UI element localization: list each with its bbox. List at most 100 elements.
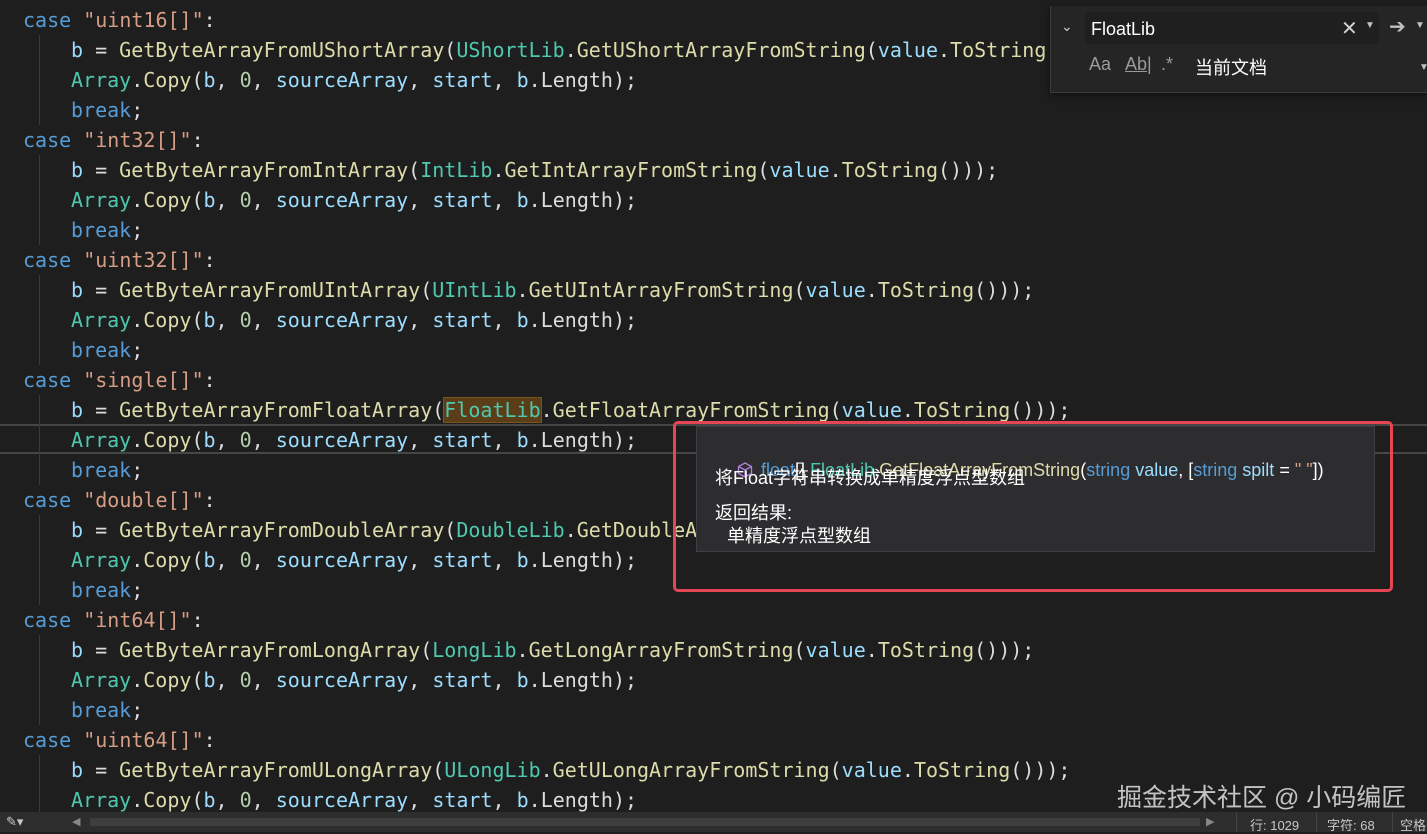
match-case-icon[interactable]: Aa bbox=[1089, 54, 1111, 75]
code-token: , bbox=[492, 548, 517, 572]
code-token: ); bbox=[612, 308, 638, 332]
code-token: : bbox=[191, 608, 204, 632]
indent-guide bbox=[39, 35, 40, 125]
code-token: : bbox=[203, 248, 216, 272]
code-token: 0 bbox=[239, 428, 252, 452]
code-line[interactable]: Array.Copy(b, 0, sourceArray, start, b.L… bbox=[71, 545, 637, 575]
code-token: Copy bbox=[143, 788, 192, 812]
code-token: "uint64[]" bbox=[83, 728, 204, 752]
code-token: ( bbox=[444, 518, 457, 542]
code-line[interactable]: break; bbox=[71, 455, 143, 485]
brush-icon[interactable]: ✎▾ bbox=[6, 814, 23, 830]
code-line[interactable]: b = GetByteArrayFromIntArray(IntLib.GetI… bbox=[71, 155, 998, 185]
code-line[interactable]: break; bbox=[71, 95, 143, 125]
code-token: ); bbox=[612, 188, 638, 212]
code-token: ( bbox=[408, 158, 421, 182]
status-line[interactable]: 行: 1029 bbox=[1250, 815, 1299, 834]
code-line[interactable]: Array.Copy(b, 0, sourceArray, start, b.L… bbox=[71, 65, 637, 95]
code-line[interactable]: break; bbox=[71, 575, 143, 605]
code-token: value bbox=[877, 38, 938, 62]
indent-guide bbox=[39, 635, 40, 725]
code-line[interactable]: Array.Copy(b, 0, sourceArray, start, b.L… bbox=[71, 425, 637, 455]
status-spaces[interactable]: 空格 bbox=[1400, 815, 1426, 834]
code-token: GetByteArrayFromUShortArray bbox=[119, 38, 445, 62]
code-token: . bbox=[492, 158, 505, 182]
code-token: sourceArray bbox=[275, 788, 409, 812]
code-token: sourceArray bbox=[275, 668, 409, 692]
code-token: , bbox=[408, 68, 433, 92]
code-token: = bbox=[83, 518, 120, 542]
code-line[interactable]: Array.Copy(b, 0, sourceArray, start, b.L… bbox=[71, 665, 637, 695]
annotation-highlight-box bbox=[673, 421, 1393, 592]
arrow-right-icon[interactable]: ➔ bbox=[1389, 14, 1406, 39]
code-line[interactable]: case "double[]": bbox=[23, 485, 216, 515]
code-token: ( bbox=[432, 758, 445, 782]
whole-word-icon[interactable]: Ab| bbox=[1125, 54, 1152, 75]
find-input[interactable] bbox=[1089, 14, 1343, 44]
code-token: LongLib bbox=[432, 638, 517, 662]
code-line[interactable]: b = GetByteArrayFromULongArray(ULongLib.… bbox=[71, 755, 1070, 785]
code-token: b bbox=[203, 428, 216, 452]
code-line[interactable]: case "uint16[]": bbox=[23, 5, 216, 35]
horizontal-scrollbar[interactable] bbox=[90, 818, 1200, 826]
code-token: ( bbox=[420, 638, 433, 662]
code-token: 0 bbox=[239, 788, 252, 812]
status-char[interactable]: 字符: 68 bbox=[1327, 815, 1375, 834]
code-token: . bbox=[540, 758, 553, 782]
chevron-down-icon[interactable]: ▼ bbox=[1419, 62, 1427, 73]
code-token: 0 bbox=[239, 188, 252, 212]
code-token: b bbox=[203, 788, 216, 812]
code-token: = bbox=[83, 158, 120, 182]
code-token: Copy bbox=[143, 428, 192, 452]
code-token: . bbox=[528, 668, 541, 692]
code-line[interactable]: break; bbox=[71, 695, 143, 725]
code-token: , bbox=[215, 68, 240, 92]
close-icon[interactable]: ✕ bbox=[1341, 16, 1358, 41]
code-token: Array bbox=[71, 668, 132, 692]
find-scope-select[interactable]: 当前文档 bbox=[1195, 54, 1267, 80]
code-token: ULongLib bbox=[444, 758, 541, 782]
code-line[interactable]: Array.Copy(b, 0, sourceArray, start, b.L… bbox=[71, 305, 637, 335]
code-editor[interactable]: case "uint16[]": b = GetByteArrayFromUSho… bbox=[0, 0, 1427, 812]
chevron-down-icon[interactable]: ▼ bbox=[1415, 20, 1425, 31]
code-line[interactable]: case "uint32[]": bbox=[23, 245, 216, 275]
code-token: GetLongArrayFromString bbox=[528, 638, 794, 662]
code-token: ; bbox=[131, 218, 144, 242]
code-line[interactable]: break; bbox=[71, 215, 143, 245]
chevron-down-icon[interactable]: ▼ bbox=[1365, 20, 1375, 31]
code-line[interactable]: b = GetByteArrayFromUShortArray(UShortLi… bbox=[71, 35, 1107, 65]
code-token: ; bbox=[131, 458, 144, 482]
code-line[interactable]: b = GetByteArrayFromUIntArray(UIntLib.Ge… bbox=[71, 275, 1034, 305]
regex-icon[interactable]: .* bbox=[1161, 54, 1173, 75]
scroll-right-icon[interactable]: ▶ bbox=[1206, 815, 1214, 828]
code-line[interactable]: break; bbox=[71, 335, 143, 365]
code-line[interactable]: Array.Copy(b, 0, sourceArray, start, b.L… bbox=[71, 785, 637, 812]
code-token: 0 bbox=[239, 668, 252, 692]
code-line[interactable]: case "uint64[]": bbox=[23, 725, 216, 755]
code-token: ( bbox=[191, 428, 204, 452]
code-token: UShortLib bbox=[456, 38, 565, 62]
code-line[interactable]: b = GetByteArrayFromLongArray(LongLib.Ge… bbox=[71, 635, 1034, 665]
status-separator bbox=[1316, 812, 1317, 832]
chevron-down-icon[interactable]: ⌄ bbox=[1061, 18, 1073, 35]
code-token: b bbox=[71, 278, 84, 302]
code-line[interactable]: case "single[]": bbox=[23, 365, 216, 395]
code-token: value bbox=[805, 278, 866, 302]
code-token: , bbox=[408, 788, 433, 812]
code-line[interactable]: Array.Copy(b, 0, sourceArray, start, b.L… bbox=[71, 185, 637, 215]
code-token: . bbox=[528, 308, 541, 332]
code-token: ); bbox=[612, 68, 638, 92]
code-line[interactable]: case "int32[]": bbox=[23, 125, 204, 155]
code-token: , bbox=[492, 308, 517, 332]
code-token: b bbox=[71, 758, 84, 782]
code-token: ( bbox=[865, 38, 878, 62]
code-token: . bbox=[865, 278, 878, 302]
code-line[interactable]: case "int64[]": bbox=[23, 605, 204, 635]
code-token: GetFloatArrayFromString bbox=[552, 398, 830, 422]
code-token: b bbox=[71, 518, 84, 542]
scroll-left-icon[interactable]: ◀ bbox=[72, 815, 80, 828]
code-line[interactable]: b = GetByteArrayFromDoubleArray(DoubleLi… bbox=[71, 515, 697, 545]
code-token: = bbox=[83, 38, 120, 62]
code-token: . bbox=[564, 518, 577, 542]
code-token: UIntLib bbox=[432, 278, 517, 302]
